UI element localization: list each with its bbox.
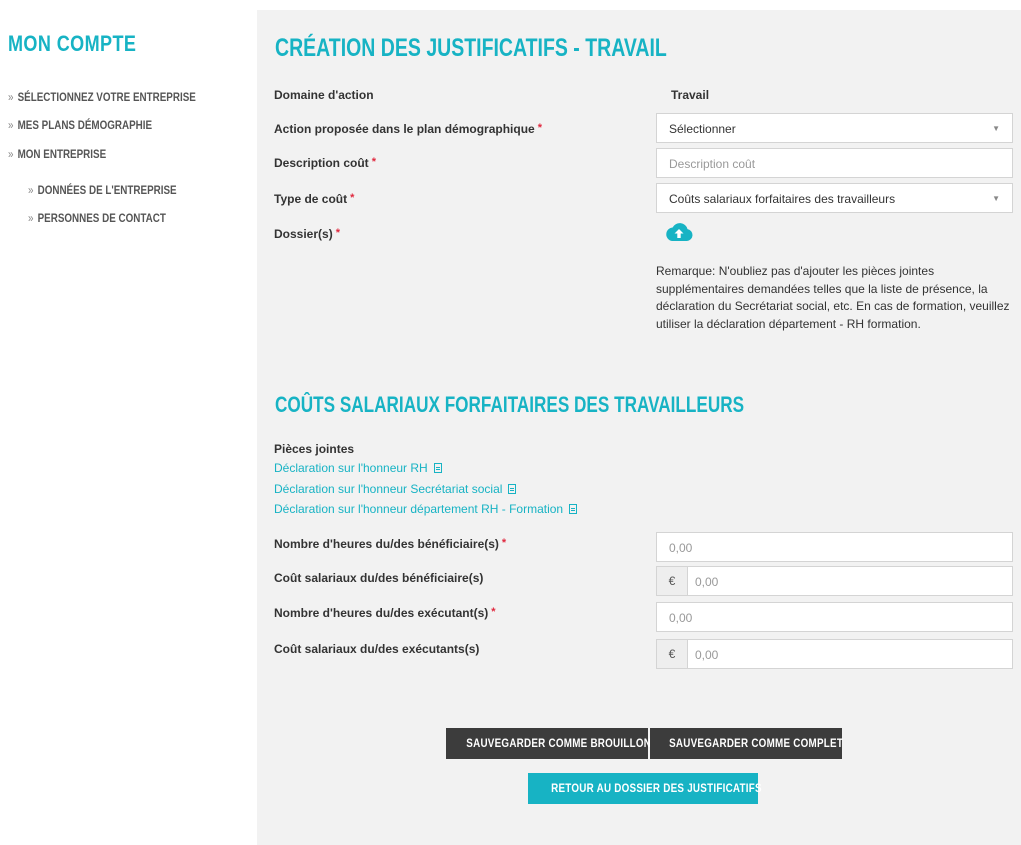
required-mark: * [350,192,355,204]
remark-text: Remarque: N'oubliez pas d'ajouter les pi… [656,264,1010,331]
main-panel: CRÉATION DES JUSTIFICATIFS - TRAVAIL Dom… [257,10,1021,845]
desc-label: Description coût * [274,156,376,170]
domain-value: Travail [671,88,710,102]
required-mark: * [501,537,507,549]
section-title: COÛTS SALARIAUX FORFAITAIRES DES TRAVAIL… [275,392,745,417]
double-chevron-right-icon: » [8,90,14,104]
nav-demography-plans[interactable]: » MES PLANS DÉMOGRAPHIE [8,118,152,132]
attachment-link-formation[interactable]: Déclaration sur l'honneur département RH… [274,502,578,516]
required-mark: * [335,227,340,239]
domain-label: Domaine d'action [274,88,374,102]
save-draft-button[interactable]: SAUVEGARDER COMME BROUILLON [446,728,651,759]
action-select[interactable]: Sélectionner ▼ [656,113,1013,143]
hours-benef-input[interactable]: 0,00 [656,532,1013,562]
pdf-icon [508,484,517,494]
euro-addon: € [657,567,688,595]
nav-contact-persons[interactable]: » PERSONNES DE CONTACT [28,211,166,225]
cost-benef-input[interactable]: € 0,00 [656,566,1013,596]
description-input[interactable]: Description coût [656,148,1013,178]
hours-exec-input[interactable]: 0,00 [656,602,1013,632]
attachment-link-secretariat[interactable]: Déclaration sur l'honneur Secrétariat so… [274,482,517,496]
cost-type-select[interactable]: Coûts salariaux forfaitaires des travail… [656,183,1013,213]
nav-select-company[interactable]: » SÉLECTIONNEZ VOTRE ENTREPRISE [8,90,196,104]
save-complete-button[interactable]: SAUVEGARDER COMME COMPLET [650,728,843,759]
hours-exec-label: Nombre d'heures du/des exécutant(s) * [274,606,496,620]
double-chevron-right-icon: » [8,147,14,161]
required-mark: * [537,122,542,134]
dossier-label: Dossier(s) * [274,227,340,241]
required-mark: * [491,606,496,618]
pdf-icon [569,504,578,514]
euro-addon: € [657,640,688,668]
double-chevron-right-icon: » [8,118,14,132]
cost-benef-label: Coût salariaux du/des bénéficiaire(s) [274,571,484,585]
pdf-icon [433,463,442,473]
cost-exec-input[interactable]: € 0,00 [656,639,1013,669]
sidebar-title: MON COMPTE [8,31,137,56]
required-mark: * [371,156,376,168]
caret-down-icon: ▼ [992,124,1000,133]
attachments-title: Pièces jointes [274,442,355,456]
double-chevron-right-icon: » [28,183,34,197]
caret-down-icon: ▼ [992,194,1000,203]
nav-my-company[interactable]: » MON ENTREPRISE [8,147,106,161]
cost-exec-label: Coût salariaux du/des exécutants(s) [274,642,480,656]
back-to-dossier-button[interactable]: RETOUR AU DOSSIER DES JUSTIFICATIFS [528,773,762,804]
page-title: CRÉATION DES JUSTIFICATIFS - TRAVAIL [275,34,667,62]
action-label: Action proposée dans le plan démographiq… [274,122,542,136]
double-chevron-right-icon: » [28,211,34,225]
hours-benef-label: Nombre d'heures du/des bénéficiaire(s) * [274,537,507,551]
cloud-upload-icon[interactable] [665,222,693,242]
nav-company-data[interactable]: » DONNÉES DE L'ENTREPRISE [28,183,177,197]
attachment-link-rh[interactable]: Déclaration sur l'honneur RH [274,461,442,475]
type-label: Type de coût * [274,192,355,206]
